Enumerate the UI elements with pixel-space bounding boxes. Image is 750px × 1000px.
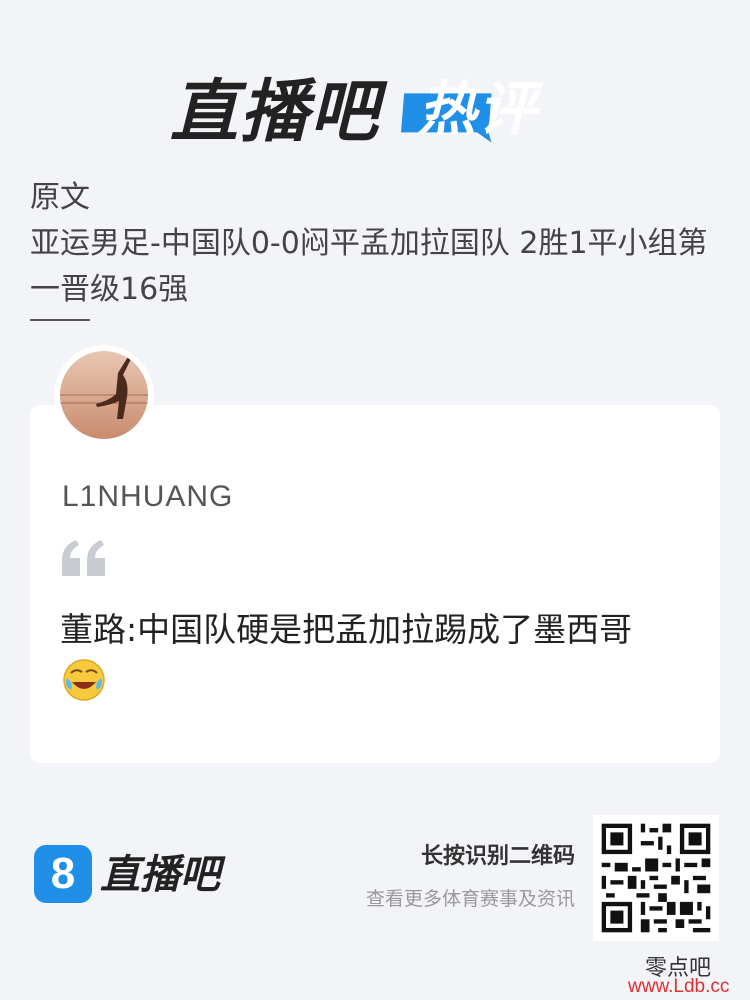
app-logo-number: 8 xyxy=(50,849,76,898)
divider xyxy=(30,319,90,321)
comment-text: 董路:中国队硬是把孟加拉踢成了墨西哥 xyxy=(60,610,633,649)
avatar-image xyxy=(60,351,148,439)
app-logo-icon: 8 xyxy=(34,845,92,903)
avatar[interactable] xyxy=(54,345,154,445)
app-logo-text: 直播吧 xyxy=(100,852,220,898)
qr-code-icon xyxy=(593,815,719,941)
original-label: 原文 xyxy=(30,180,90,215)
original-headline[interactable]: 亚运男足-中国队0-0闷平孟加拉国队 2胜1平小组第一晋级16强 xyxy=(30,221,730,313)
quote-icon xyxy=(62,540,105,576)
crying-laughing-emoji-icon xyxy=(63,659,105,701)
badge-text: 热评 xyxy=(418,75,539,143)
logo-text: 直播吧 xyxy=(170,73,381,152)
avatar-photo xyxy=(60,351,148,439)
comment-card xyxy=(30,405,720,763)
qr-code[interactable] xyxy=(593,815,719,941)
original-article: 原文 亚运男足-中国队0-0闷平孟加拉国队 2胜1平小组第一晋级16强 xyxy=(30,175,730,313)
qr-subtitle: 查看更多体育赛事及资讯 xyxy=(365,888,575,910)
watermark-url: www.Ldb.cc xyxy=(628,976,730,997)
qr-title: 长按识别二维码 xyxy=(420,844,575,869)
comment-username[interactable]: L1NHUANG xyxy=(62,480,233,514)
